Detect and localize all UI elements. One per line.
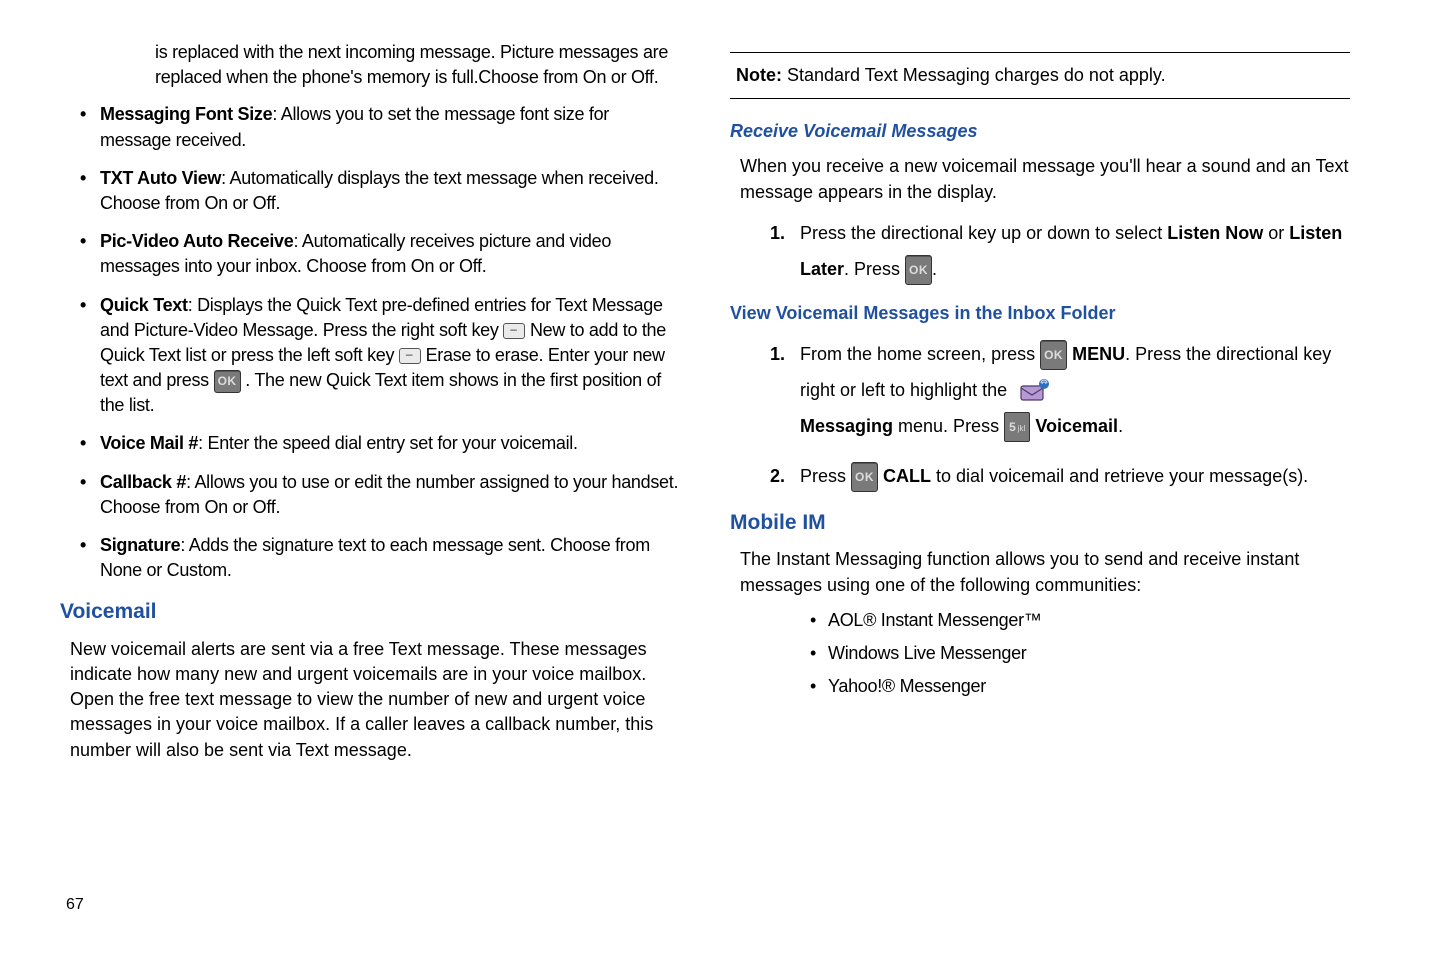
setting-callback-num: Callback #: Allows you to use or edit th… bbox=[80, 470, 680, 520]
page-number: 67 bbox=[66, 894, 84, 916]
note-text: Standard Text Messaging charges do not a… bbox=[782, 65, 1166, 85]
step-bold: Voicemail bbox=[1035, 416, 1118, 436]
view-steps: 1. From the home screen, press OK MENU. … bbox=[730, 336, 1350, 494]
receive-steps: 1. Press the directional key up or down … bbox=[730, 215, 1350, 287]
im-wlm: Windows Live Messenger bbox=[810, 641, 1350, 666]
step-bold: Messaging bbox=[800, 416, 893, 436]
step-bold: Listen Now bbox=[1167, 223, 1263, 243]
voicemail-paragraph: New voicemail alerts are sent via a free… bbox=[70, 637, 680, 763]
view-step-2: 2. Press OK CALL to dial voicemail and r… bbox=[770, 458, 1350, 494]
ok-key-icon: OK bbox=[851, 462, 878, 492]
receive-voicemail-heading: Receive Voicemail Messages bbox=[730, 119, 1350, 144]
step-text: menu. Press bbox=[893, 416, 1004, 436]
setting-text: : Allows you to use or edit the number a… bbox=[100, 472, 678, 517]
setting-label: Messaging Font Size bbox=[100, 104, 272, 124]
receive-voicemail-para: When you receive a new voicemail message… bbox=[740, 154, 1350, 204]
ok-key-icon: OK bbox=[214, 370, 241, 393]
voicemail-heading: Voicemail bbox=[60, 597, 680, 626]
step-text: or bbox=[1263, 223, 1289, 243]
view-voicemail-heading: View Voicemail Messages in the Inbox Fol… bbox=[730, 301, 1350, 326]
step-bold: CALL bbox=[883, 466, 931, 486]
left-softkey-icon bbox=[399, 348, 421, 364]
right-softkey-icon bbox=[503, 323, 525, 339]
note-box: Note: Standard Text Messaging charges do… bbox=[730, 52, 1350, 99]
step-text: . bbox=[932, 259, 937, 279]
setting-label: Quick Text bbox=[100, 295, 188, 315]
note-label: Note: bbox=[736, 65, 782, 85]
step-text: to dial voicemail and retrieve your mess… bbox=[931, 466, 1308, 486]
step-text: Press the directional key up or down to … bbox=[800, 223, 1167, 243]
receive-step-1: 1. Press the directional key up or down … bbox=[770, 215, 1350, 287]
step-bold: MENU bbox=[1072, 344, 1125, 364]
step-number: 1. bbox=[770, 336, 785, 372]
setting-label: Signature bbox=[100, 535, 180, 555]
step-text: . Press bbox=[844, 259, 905, 279]
ok-key-icon: OK bbox=[905, 255, 932, 285]
setting-voice-mail-num: Voice Mail #: Enter the speed dial entry… bbox=[80, 431, 680, 456]
im-yahoo: Yahoo!® Messenger bbox=[810, 674, 1350, 699]
messaging-envelope-icon bbox=[1018, 378, 1052, 404]
step-number: 2. bbox=[770, 458, 785, 494]
step-text: Press bbox=[800, 466, 851, 486]
settings-list: Messaging Font Size: Allows you to set t… bbox=[60, 102, 680, 583]
setting-auto-receive: Pic-Video Auto Receive: Automatically re… bbox=[80, 229, 680, 279]
step-text: From the home screen, press bbox=[800, 344, 1040, 364]
im-communities-list: AOL® Instant Messenger™ Windows Live Mes… bbox=[730, 608, 1350, 700]
step-number: 1. bbox=[770, 215, 785, 251]
im-aol: AOL® Instant Messenger™ bbox=[810, 608, 1350, 633]
setting-signature: Signature: Adds the signature text to ea… bbox=[80, 533, 680, 583]
setting-label: TXT Auto View bbox=[100, 168, 221, 188]
view-step-1: 1. From the home screen, press OK MENU. … bbox=[770, 336, 1350, 444]
setting-label: Voice Mail # bbox=[100, 433, 198, 453]
five-key-icon: 5jkl bbox=[1004, 412, 1030, 442]
setting-quick-text: Quick Text: Displays the Quick Text pre-… bbox=[80, 293, 680, 419]
setting-text: : Enter the speed dial entry set for you… bbox=[198, 433, 578, 453]
setting-label: Callback # bbox=[100, 472, 186, 492]
setting-label: Pic-Video Auto Receive bbox=[100, 231, 293, 251]
setting-auto-view: TXT Auto View: Automatically displays th… bbox=[80, 166, 680, 216]
intro-text: is replaced with the next incoming messa… bbox=[155, 40, 680, 90]
right-column: Note: Standard Text Messaging charges do… bbox=[730, 40, 1350, 773]
step-text: . bbox=[1118, 416, 1123, 436]
mobile-im-heading: Mobile IM bbox=[730, 508, 1350, 537]
mobile-im-para: The Instant Messaging function allows yo… bbox=[740, 547, 1350, 597]
left-column: is replaced with the next incoming messa… bbox=[60, 40, 680, 773]
ok-key-icon: OK bbox=[1040, 340, 1067, 370]
setting-text: : Adds the signature text to each messag… bbox=[100, 535, 650, 580]
setting-font-size: Messaging Font Size: Allows you to set t… bbox=[80, 102, 680, 152]
